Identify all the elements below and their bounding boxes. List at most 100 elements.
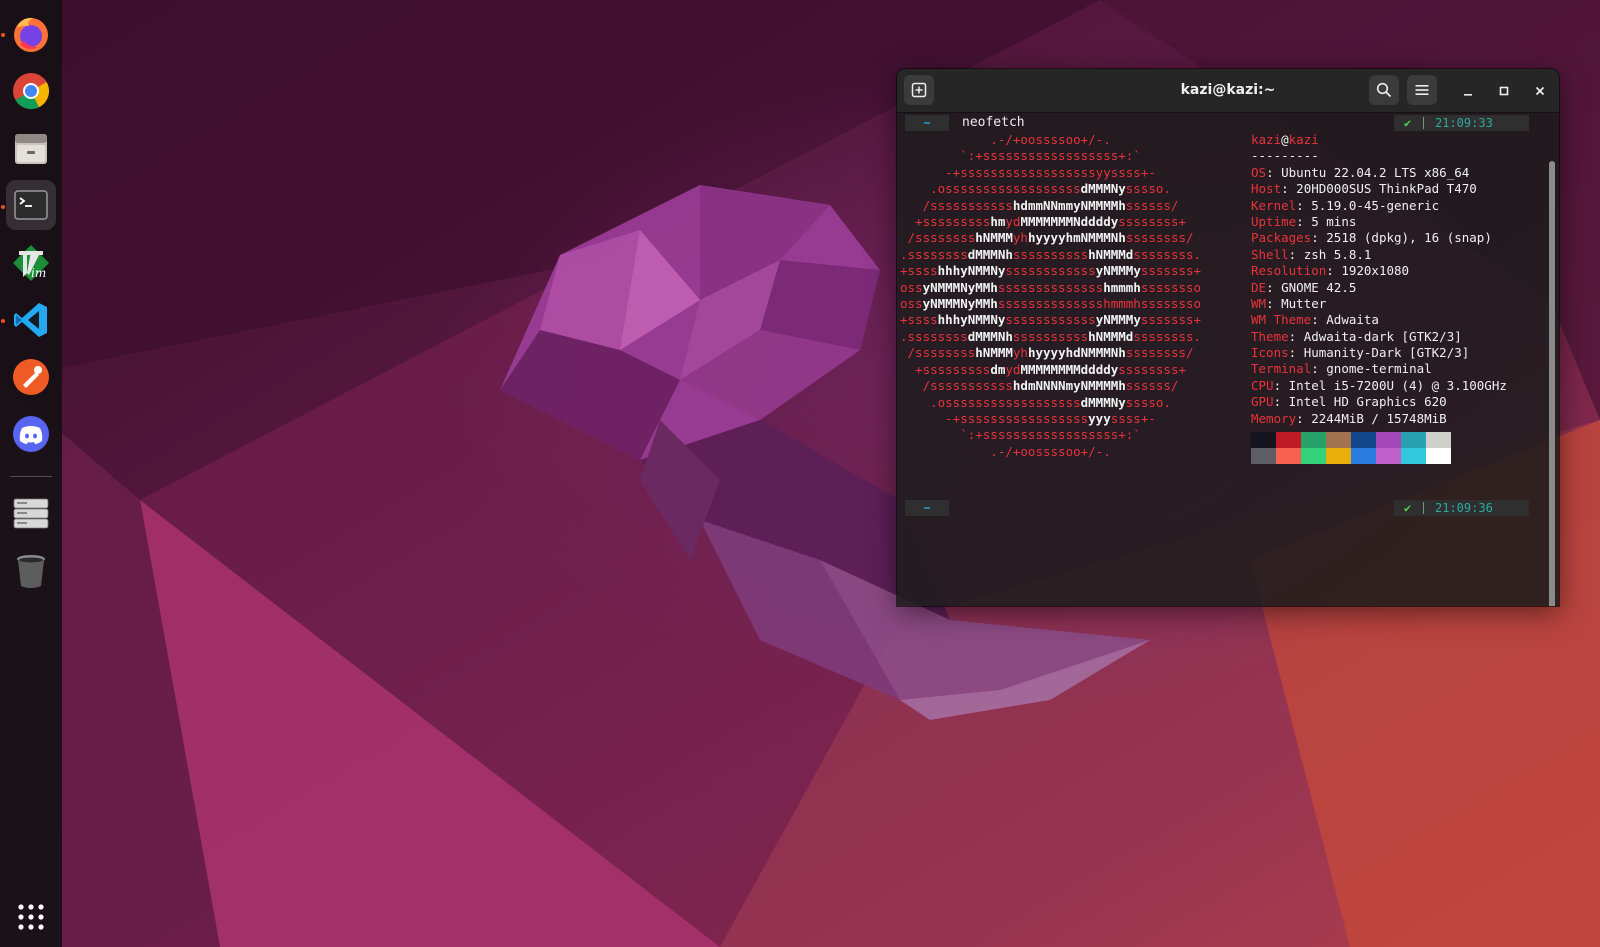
info-row: Packages: 2518 (dpkg), 16 (snap) — [1251, 230, 1507, 246]
trash-icon — [17, 555, 45, 588]
minimize-icon — [1464, 94, 1472, 96]
dock-vim[interactable]: im — [6, 238, 56, 288]
dock-drives[interactable] — [6, 488, 56, 538]
info-key: Memory — [1251, 410, 1297, 426]
info-key: OS — [1251, 164, 1267, 180]
palette-row-bright — [1251, 448, 1451, 464]
prompt-separator — [1423, 117, 1424, 129]
info-value: gnome-terminal — [1326, 361, 1432, 377]
info-key: Host — [1251, 181, 1282, 197]
show-apps-button[interactable] — [6, 892, 56, 942]
prompt-directory: ~ — [905, 500, 949, 516]
maximize-icon — [1499, 86, 1509, 96]
search-icon — [1376, 82, 1392, 98]
prompt-line: ~ ✔ 21:09:36 — [905, 500, 1537, 518]
info-key: Terminal — [1251, 361, 1312, 377]
info-colon: : — [1296, 213, 1312, 229]
prompt-status: ✔ 21:09:33 — [1394, 115, 1529, 131]
info-colon: : — [1311, 230, 1327, 246]
info-value: 1920x1080 — [1341, 263, 1410, 279]
color-swatch — [1426, 432, 1451, 448]
window-title: kazi@kazi:~ — [1180, 82, 1276, 98]
info-colon: : — [1266, 279, 1282, 295]
search-button[interactable] — [1369, 75, 1399, 105]
hamburger-menu-icon — [1415, 85, 1429, 95]
info-row: Resolution: 1920x1080 — [1251, 263, 1507, 279]
info-host: kazi — [1288, 132, 1319, 147]
dock-firefox[interactable] — [6, 9, 56, 59]
color-swatch — [1401, 432, 1426, 448]
info-row: Memory: 2244MiB / 15748MiB — [1251, 411, 1507, 427]
color-swatch — [1251, 448, 1276, 464]
info-value: Humanity-Dark [GTK2/3] — [1303, 345, 1470, 361]
info-key: Shell — [1251, 246, 1289, 262]
info-colon: : — [1311, 361, 1327, 377]
system-info: kazi@kazi --------- OS: Ubuntu 22.04.2 LTS… — [1251, 132, 1507, 427]
close-button[interactable] — [1530, 81, 1550, 101]
color-swatch — [1326, 448, 1351, 464]
info-colon: : — [1273, 394, 1289, 410]
info-key: WM — [1251, 295, 1267, 311]
info-colon: : — [1296, 410, 1312, 426]
new-tab-button[interactable] — [904, 75, 934, 105]
firefox-icon — [14, 17, 48, 52]
palette-row-normal — [1251, 432, 1451, 448]
info-colon: : — [1266, 164, 1282, 180]
prompt-time: 21:09:36 — [1435, 501, 1493, 515]
info-row: DE: GNOME 42.5 — [1251, 280, 1507, 296]
dock-chrome[interactable] — [6, 66, 56, 116]
info-colon: : — [1281, 181, 1297, 197]
info-key: Icons — [1251, 345, 1289, 361]
dock-postman[interactable] — [6, 352, 56, 402]
info-colon: : — [1288, 246, 1304, 262]
dock-trash[interactable] — [6, 546, 56, 596]
info-colon: : — [1273, 377, 1289, 393]
info-key: Kernel — [1251, 197, 1297, 213]
terminal-headerbar[interactable]: kazi@kazi:~ — [897, 69, 1559, 113]
show-apps-icon — [18, 904, 44, 930]
dock-files[interactable] — [6, 123, 56, 173]
info-value: 20HD000SUS ThinkPad T470 — [1296, 181, 1477, 197]
info-colon: : — [1288, 328, 1304, 344]
prompt-line: ~ neofetch ✔ 21:09:33 — [905, 115, 1537, 133]
info-row: Kernel: 5.19.0-45-generic — [1251, 198, 1507, 214]
vscode-icon — [14, 303, 47, 337]
info-key: WM Theme — [1251, 312, 1312, 328]
color-swatch — [1301, 432, 1326, 448]
running-indicator — [1, 33, 5, 37]
prompt-status: ✔ 21:09:36 — [1394, 500, 1529, 516]
files-icon — [15, 134, 47, 164]
info-value: GNOME 42.5 — [1281, 279, 1357, 295]
terminal-window[interactable]: kazi@kazi:~ ~ neofetch ✔ 21:09:33 .-/+oo… — [897, 69, 1559, 606]
info-row: WM Theme: Adwaita — [1251, 312, 1507, 328]
info-colon: : — [1288, 345, 1304, 361]
info-value: Adwaita-dark [GTK2/3] — [1303, 328, 1462, 344]
success-check-icon: ✔ — [1404, 116, 1412, 130]
prompt-command: neofetch — [962, 115, 1025, 130]
dock-vscode[interactable] — [6, 295, 56, 345]
terminal-scrollbar[interactable] — [1549, 161, 1555, 606]
dock-discord[interactable] — [6, 409, 56, 459]
info-at: @ — [1281, 132, 1289, 147]
info-key: GPU — [1251, 394, 1274, 410]
color-swatch — [1376, 448, 1401, 464]
info-value: zsh 5.8.1 — [1303, 246, 1372, 262]
info-row: Theme: Adwaita-dark [GTK2/3] — [1251, 329, 1507, 345]
info-key: DE — [1251, 279, 1267, 295]
new-tab-icon — [911, 82, 927, 98]
prompt-time: 21:09:33 — [1435, 116, 1493, 130]
color-swatch — [1426, 448, 1451, 464]
color-swatch — [1351, 432, 1376, 448]
maximize-button[interactable] — [1494, 81, 1514, 101]
menu-button[interactable] — [1407, 75, 1437, 105]
terminal-content[interactable]: ~ neofetch ✔ 21:09:33 .-/+oossssoo+/-. `… — [897, 113, 1559, 606]
info-value: Intel HD Graphics 620 — [1288, 394, 1447, 410]
info-value: Ubuntu 22.04.2 LTS x86_64 — [1281, 164, 1470, 180]
color-swatch — [1376, 432, 1401, 448]
info-colon: : — [1296, 197, 1312, 213]
running-indicator — [1, 205, 5, 209]
success-check-icon: ✔ — [1404, 501, 1412, 515]
color-swatch — [1301, 448, 1326, 464]
dock-terminal[interactable] — [6, 180, 56, 230]
minimize-button[interactable] — [1458, 81, 1478, 101]
